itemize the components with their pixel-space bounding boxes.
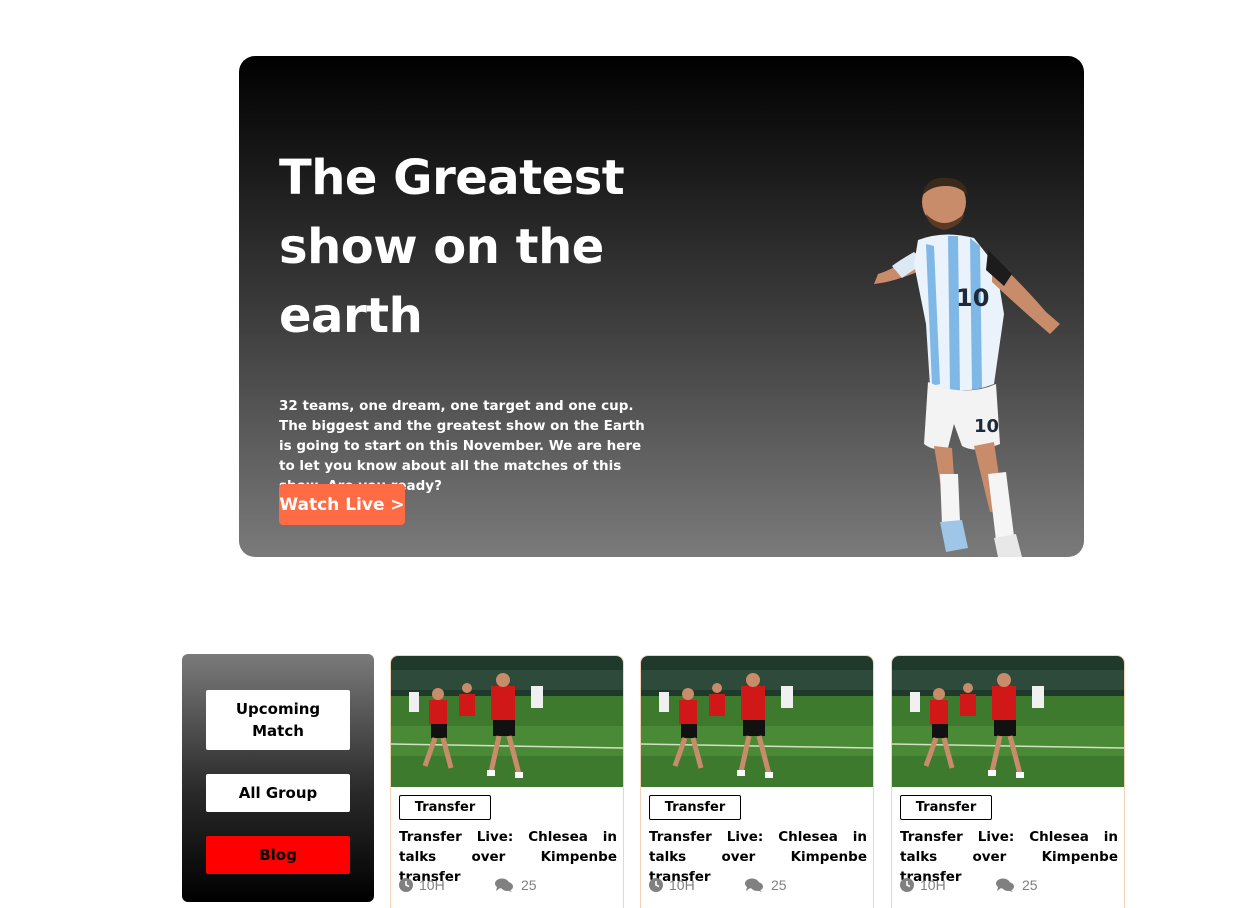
news-card[interactable]: Transfer Transfer Live: Chlesea in talks… — [390, 655, 624, 908]
card-time-text: 10H — [920, 877, 946, 893]
card-time-text: 10H — [669, 877, 695, 893]
side-menu: Upcoming Match All Group Blog — [182, 654, 374, 902]
upcoming-match-button[interactable]: Upcoming Match — [206, 690, 350, 750]
card-meta: 10H 25 — [649, 877, 867, 897]
svg-text:10: 10 — [956, 284, 989, 312]
comments-icon — [996, 878, 1014, 892]
card-comments: 25 — [745, 877, 787, 893]
clock-icon — [399, 878, 413, 892]
all-group-button[interactable]: All Group — [206, 774, 350, 812]
news-card[interactable]: Transfer Transfer Live: Chlesea in talks… — [640, 655, 874, 908]
comments-icon — [745, 878, 763, 892]
watch-live-button[interactable]: Watch Live > — [279, 484, 405, 525]
blog-button[interactable]: Blog — [206, 836, 350, 874]
card-comments: 25 — [996, 877, 1038, 893]
card-comments-count: 25 — [521, 877, 537, 893]
clock-icon — [649, 878, 663, 892]
hero-description: 32 teams, one dream, one target and one … — [279, 398, 645, 494]
card-meta: 10H 25 — [399, 877, 617, 897]
comments-icon — [495, 878, 513, 892]
card-time-text: 10H — [419, 877, 445, 893]
card-category-tag[interactable]: Transfer — [649, 795, 741, 820]
hero-title: The Greatest show on the earth — [279, 150, 625, 344]
match-photo-image — [892, 656, 1124, 787]
hero-banner: The Greatest show on the earth 32 teams,… — [239, 56, 1084, 557]
news-card[interactable]: Transfer Transfer Live: Chlesea in talks… — [891, 655, 1125, 908]
card-comments: 25 — [495, 877, 537, 893]
svg-text:10: 10 — [974, 416, 999, 437]
card-time: 10H — [900, 877, 946, 893]
card-category-tag[interactable]: Transfer — [900, 795, 992, 820]
player-image: 10 10 — [874, 177, 1060, 557]
match-photo-image — [391, 656, 623, 787]
match-photo-image — [641, 656, 873, 787]
clock-icon — [900, 878, 914, 892]
card-meta: 10H 25 — [900, 877, 1118, 897]
card-comments-count: 25 — [771, 877, 787, 893]
card-time: 10H — [649, 877, 695, 893]
card-time: 10H — [399, 877, 445, 893]
card-comments-count: 25 — [1022, 877, 1038, 893]
card-category-tag[interactable]: Transfer — [399, 795, 491, 820]
